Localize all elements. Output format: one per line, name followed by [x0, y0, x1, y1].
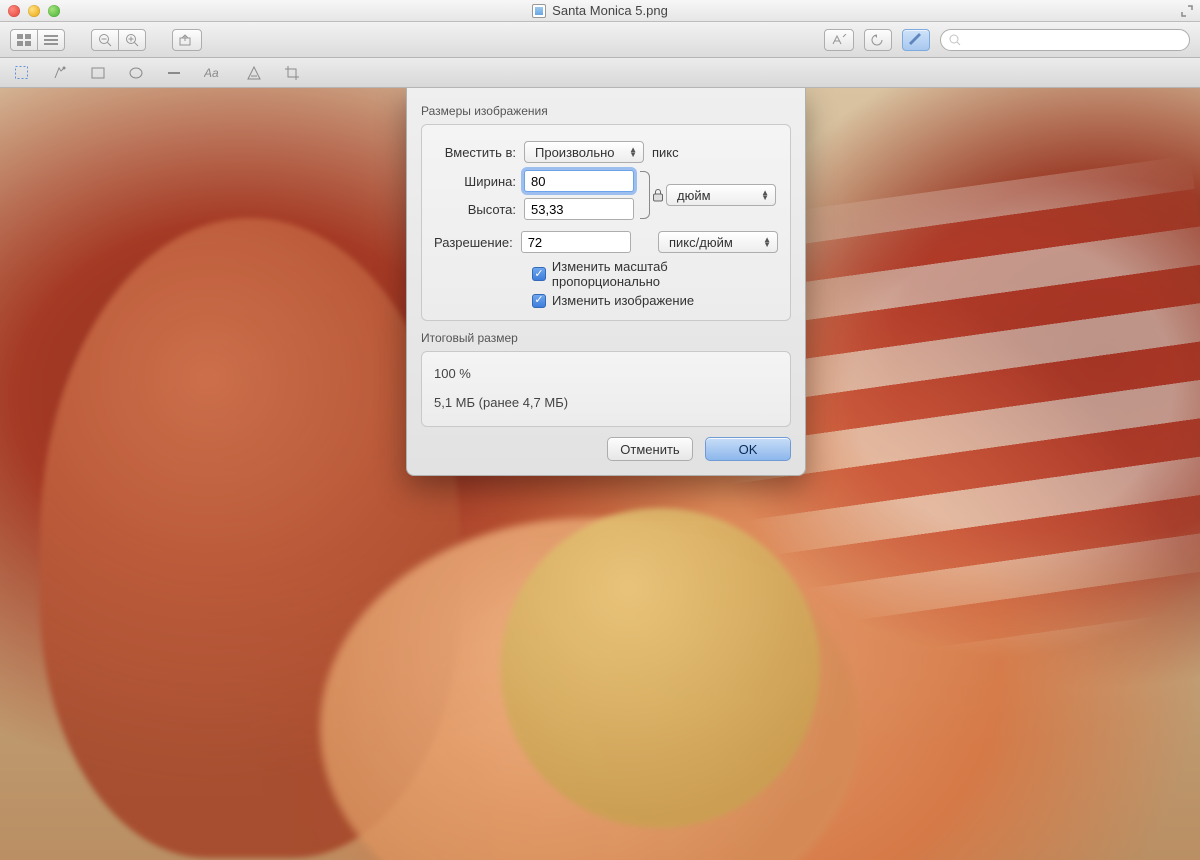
- fit-into-value: Произвольно: [535, 145, 615, 160]
- resolution-unit-select[interactable]: пикс/дюйм ▲▼: [658, 231, 778, 253]
- highlight-button[interactable]: [824, 29, 854, 51]
- markup-toolbar: Aa: [0, 58, 1200, 88]
- zoom-group: [91, 29, 146, 51]
- resample-image-checkbox[interactable]: [532, 294, 546, 308]
- adjust-color-icon[interactable]: [246, 65, 262, 81]
- fit-into-select[interactable]: Произвольно ▲▼: [524, 141, 644, 163]
- resolution-unit-value: пикс/дюйм: [669, 235, 733, 250]
- selection-tool-icon[interactable]: [14, 65, 30, 81]
- line-shape-icon[interactable]: [166, 65, 182, 81]
- ellipse-shape-icon[interactable]: [128, 65, 144, 81]
- image-dimensions-label: Размеры изображения: [421, 104, 791, 118]
- dimensions-fieldset: Вместить в: Произвольно ▲▼ пикс Ширина: …: [421, 124, 791, 321]
- height-input[interactable]: [524, 198, 634, 220]
- ok-button[interactable]: OK: [705, 437, 791, 461]
- window-controls: [8, 5, 60, 17]
- crop-tool-icon[interactable]: [284, 65, 300, 81]
- wh-unit-select[interactable]: дюйм ▲▼: [666, 184, 776, 206]
- markup-button[interactable]: [902, 29, 930, 51]
- list-button[interactable]: [37, 29, 65, 51]
- select-arrows-icon: ▲▼: [763, 237, 771, 247]
- result-fieldset: 100 % 5,1 МБ (ранее 4,7 МБ): [421, 351, 791, 427]
- lock-icon[interactable]: [652, 188, 664, 202]
- wh-unit-value: дюйм: [677, 188, 711, 203]
- search-field[interactable]: [940, 29, 1190, 51]
- view-mode-group: [10, 29, 65, 51]
- zoom-window-button[interactable]: [48, 5, 60, 17]
- close-window-button[interactable]: [8, 5, 20, 17]
- instant-alpha-icon[interactable]: [52, 65, 68, 81]
- zoom-out-button[interactable]: [91, 29, 119, 51]
- image-canvas[interactable]: Размеры изображения Вместить в: Произвол…: [0, 88, 1200, 860]
- aspect-lock-bracket: [640, 171, 650, 219]
- minimize-window-button[interactable]: [28, 5, 40, 17]
- height-label: Высота:: [434, 202, 524, 217]
- result-percent: 100 %: [434, 366, 778, 381]
- main-toolbar: [0, 22, 1200, 58]
- thumbnails-button[interactable]: [10, 29, 38, 51]
- resolution-input[interactable]: [521, 231, 631, 253]
- cancel-button[interactable]: Отменить: [607, 437, 693, 461]
- resample-image-label: Изменить изображение: [552, 293, 694, 308]
- titlebar: Santa Monica 5.png: [0, 0, 1200, 22]
- search-input[interactable]: [965, 33, 1181, 47]
- fullscreen-button[interactable]: [1180, 4, 1194, 18]
- result-size-line: 5,1 МБ (ранее 4,7 МБ): [434, 395, 778, 410]
- zoom-in-button[interactable]: [118, 29, 146, 51]
- text-tool-icon[interactable]: Aa: [204, 65, 224, 81]
- rectangle-shape-icon[interactable]: [90, 65, 106, 81]
- search-icon: [949, 34, 961, 46]
- resize-dialog: Размеры изображения Вместить в: Произвол…: [406, 88, 806, 476]
- window-title-text: Santa Monica 5.png: [552, 3, 668, 18]
- select-arrows-icon: ▲▼: [761, 190, 769, 200]
- document-icon: [532, 4, 546, 18]
- scale-proportionally-label: Изменить масштаб пропорционально: [552, 259, 778, 289]
- width-input[interactable]: [524, 170, 634, 192]
- window-title: Santa Monica 5.png: [0, 3, 1200, 18]
- width-label: Ширина:: [434, 174, 524, 189]
- fit-into-label: Вместить в:: [434, 145, 524, 160]
- resolution-label: Разрешение:: [434, 235, 521, 250]
- fit-into-unit: пикс: [652, 145, 679, 160]
- rotate-button[interactable]: [864, 29, 892, 51]
- select-arrows-icon: ▲▼: [629, 147, 637, 157]
- share-button[interactable]: [172, 29, 202, 51]
- svg-text:Aa: Aa: [204, 66, 219, 80]
- result-section-label: Итоговый размер: [421, 331, 791, 345]
- scale-proportionally-checkbox[interactable]: [532, 267, 546, 281]
